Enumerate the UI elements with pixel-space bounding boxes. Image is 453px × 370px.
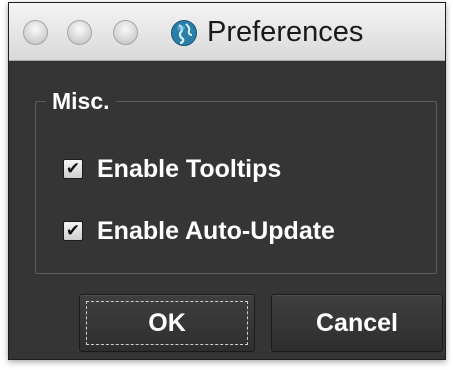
checkmark-icon: ✔ [65,221,81,240]
enable-auto-update-option[interactable]: ✔ Enable Auto-Update [63,215,335,247]
enable-auto-update-label[interactable]: Enable Auto-Update [97,215,335,247]
close-window-button[interactable] [23,20,48,45]
misc-group-title: Misc. [46,87,116,115]
window-title: Preferences [207,16,364,48]
preferences-window: Preferences Misc. ✔ Enable Tooltips ✔ En… [8,2,446,360]
enable-tooltips-label[interactable]: Enable Tooltips [97,153,281,185]
globe-icon [170,19,198,47]
minimize-window-button[interactable] [67,20,92,45]
enable-auto-update-checkbox[interactable]: ✔ [63,221,83,241]
title-bar: Preferences [9,3,445,61]
enable-tooltips-option[interactable]: ✔ Enable Tooltips [63,153,281,185]
enable-tooltips-checkbox[interactable]: ✔ [63,159,83,179]
misc-group-box [35,101,437,274]
cancel-button-label: Cancel [316,308,398,337]
cancel-button[interactable]: Cancel [271,294,443,352]
ok-button[interactable]: OK [79,294,255,352]
zoom-window-button[interactable] [113,20,138,45]
ok-button-label: OK [148,308,186,337]
checkmark-icon: ✔ [65,159,81,178]
